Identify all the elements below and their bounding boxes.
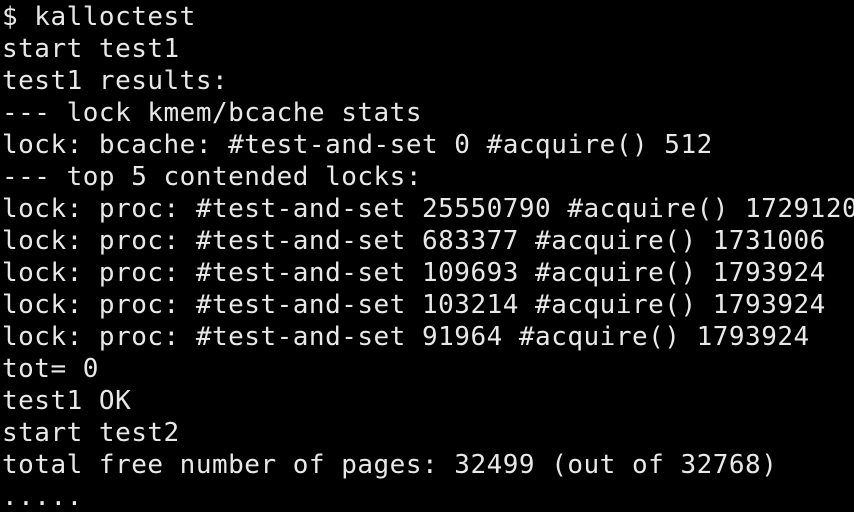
output-line: tot= 0 [2, 354, 99, 384]
output-line: lock: proc: #test-and-set 91964 #acquire… [2, 322, 810, 352]
output-line: test1 results: [2, 66, 229, 96]
output-line: test1 OK [2, 386, 132, 416]
output-line: --- top 5 contended locks: [2, 162, 422, 192]
output-line: --- lock kmem/bcache stats [2, 98, 422, 128]
output-line: ..... [2, 482, 83, 512]
output-line: lock: proc: #test-and-set 103214 #acquir… [2, 290, 826, 320]
output-line: start test2 [2, 418, 180, 448]
output-line: start test1 [2, 34, 180, 64]
terminal-window[interactable]: $ kalloctest start test1 test1 results: … [0, 0, 854, 512]
output-line: lock: bcache: #test-and-set 0 #acquire()… [2, 130, 713, 160]
command-line: $ kalloctest [2, 2, 196, 32]
output-line: total free number of pages: 32499 (out o… [2, 450, 778, 480]
output-line: lock: proc: #test-and-set 683377 #acquir… [2, 226, 826, 256]
output-line: lock: proc: #test-and-set 25550790 #acqu… [2, 194, 854, 224]
output-line: lock: proc: #test-and-set 109693 #acquir… [2, 258, 826, 288]
